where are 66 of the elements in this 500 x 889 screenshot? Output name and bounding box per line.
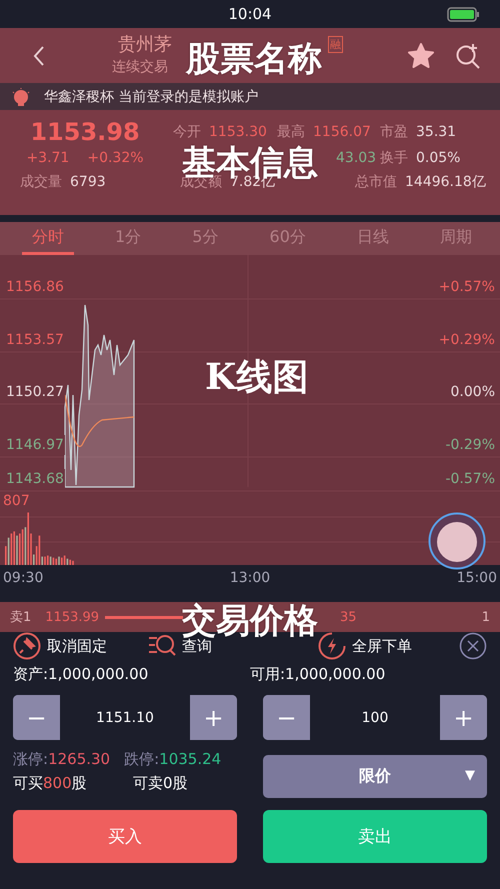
stat-label: 成交量: [20, 173, 62, 191]
last-price: 1153.98: [29, 118, 141, 146]
buyable-amount: 800: [43, 774, 72, 793]
order-fragment: 35: [340, 610, 357, 624]
order-level-label: 卖1: [10, 609, 32, 626]
sellable-label: 可卖0股: [133, 774, 188, 793]
chart-tab[interactable]: 1分: [105, 222, 152, 255]
annotation-label: 交易价格: [182, 604, 318, 638]
star-icon[interactable]: [408, 43, 434, 68]
caret-icon: ▼: [465, 768, 475, 783]
trading-status: 连续交易: [112, 58, 169, 76]
sell-button[interactable]: 卖出: [263, 810, 487, 863]
order-type-select[interactable]: 限价 ▼: [263, 755, 487, 798]
stat-label: 今开: [173, 123, 201, 141]
time-axis-label: 13:00: [230, 570, 270, 586]
stat-value: 1156.07: [313, 124, 371, 140]
back-icon[interactable]: [32, 44, 46, 66]
stat-value: 14496.18亿: [405, 173, 486, 191]
buy-button[interactable]: 买入: [13, 810, 237, 863]
lightbulb-icon: [12, 88, 30, 106]
margin-badge: 融: [328, 36, 343, 53]
pin-icon: [13, 632, 41, 660]
stat-value: 1153.30: [209, 124, 267, 140]
volume-bars-drawing: [5, 512, 74, 565]
price-field[interactable]: 1151.10: [60, 695, 190, 740]
stock-title: 贵州茅: [118, 33, 172, 56]
buyable-unit: 股: [72, 774, 87, 793]
order-price: 1153.99: [45, 610, 100, 624]
price-change: +3.71: [26, 150, 70, 166]
toolbar-button[interactable]: 全屏下单: [318, 632, 458, 660]
stat-value: 6793: [70, 174, 106, 190]
available-funds: 可用:1,000,000.00: [250, 664, 386, 684]
chart-tab[interactable]: 日线: [346, 222, 399, 255]
status-time: 10:04: [228, 5, 272, 23]
toolbar-button[interactable]: 取消固定: [13, 632, 148, 660]
chart-tab[interactable]: 周期: [430, 222, 482, 255]
stat-value: 43.03: [336, 150, 376, 166]
stat-label: 总市值: [355, 173, 397, 191]
stat-label: 换手: [380, 149, 408, 167]
limit-value: 1265.30: [48, 750, 110, 768]
close-icon[interactable]: [459, 632, 487, 660]
limit-label: 涨停:: [13, 750, 48, 768]
total-assets: 资产:1,000,000.00: [13, 664, 150, 684]
buyable-label: 可买: [13, 774, 43, 793]
annotation-label: K线图: [205, 355, 308, 400]
stat-label: 市盈: [380, 123, 408, 141]
stat-label: 最高: [277, 123, 305, 141]
notice-text: 华鑫泽稷杯 当前登录的是模拟账户: [44, 88, 258, 106]
order-count: 1: [482, 610, 490, 624]
price-change: +0.32%: [87, 150, 144, 166]
avatar-icon[interactable]: [428, 512, 486, 570]
chart-tab[interactable]: 60分: [260, 222, 316, 255]
annotation-label: 股票名称: [186, 42, 322, 76]
price-axis-label: 1146.97: [5, 435, 65, 455]
chart-tab[interactable]: 5分: [182, 222, 228, 255]
time-axis-label: 09:30: [3, 570, 44, 586]
limit-value: 1035.24: [159, 750, 222, 768]
limit-label: 跌停:: [124, 750, 160, 768]
quantity-field[interactable]: 100: [310, 695, 440, 740]
stat-value: 0.05%: [416, 150, 460, 166]
stat-value: 35.31: [416, 124, 456, 140]
price-axis-label: 1143.68: [5, 469, 65, 489]
time-axis-label: 15:00: [456, 570, 497, 586]
add-search-icon[interactable]: [456, 42, 480, 68]
battery-icon: [447, 7, 480, 22]
lightning-icon: [318, 632, 346, 660]
